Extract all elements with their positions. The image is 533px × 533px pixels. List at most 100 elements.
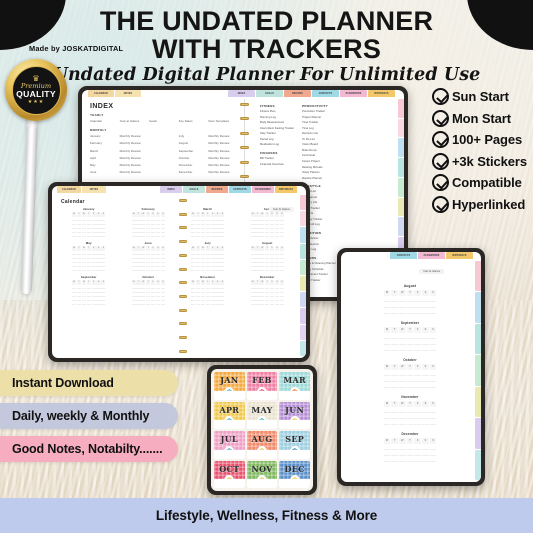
index-monthly-cell[interactable]: Monthly Review	[208, 162, 238, 169]
mini-month-day[interactable]	[131, 294, 136, 298]
index-yearly-item[interactable]: Key Dates	[179, 118, 209, 125]
mini-month-day[interactable]	[260, 226, 265, 230]
mini-month-day[interactable]	[136, 286, 141, 289]
index-side-tab-1[interactable]	[398, 118, 404, 138]
mini-month-day[interactable]	[279, 260, 284, 264]
mini-month-day[interactable]	[279, 252, 284, 255]
index-monthly-cell[interactable]: March	[90, 148, 120, 155]
year-day[interactable]	[414, 446, 421, 450]
year-side-tab-6[interactable]	[475, 449, 481, 480]
index-section-item[interactable]: Medication Log	[260, 142, 294, 148]
mini-month-day[interactable]	[265, 218, 270, 221]
sticker-aug[interactable]: AUG ✿	[246, 431, 278, 459]
mini-month-day[interactable]	[86, 290, 91, 293]
mini-month-day[interactable]	[270, 252, 275, 255]
mini-month-day[interactable]	[191, 230, 196, 234]
mini-month-day[interactable]	[279, 256, 284, 260]
mini-month-day[interactable]	[146, 290, 151, 293]
mini-month-day[interactable]	[141, 230, 146, 234]
mini-month-day[interactable]	[160, 264, 165, 268]
sticker-feb[interactable]: FEB ✿	[246, 372, 278, 400]
mini-month-day[interactable]	[274, 230, 280, 234]
mini-month-day[interactable]	[279, 234, 284, 238]
mini-month-day[interactable]	[96, 222, 101, 226]
year-day[interactable]	[399, 415, 406, 419]
mini-month-day[interactable]	[274, 290, 280, 293]
mini-month-day[interactable]	[141, 256, 146, 260]
mini-month-day[interactable]	[160, 302, 165, 306]
year-day[interactable]	[391, 384, 398, 388]
year-day[interactable]	[383, 298, 391, 302]
mini-month-day[interactable]	[215, 256, 220, 260]
year-day[interactable]	[429, 415, 437, 419]
mini-month-day[interactable]	[96, 226, 101, 230]
year-day[interactable]	[399, 335, 406, 339]
mini-month-day[interactable]	[205, 298, 210, 302]
mini-month-day[interactable]	[195, 264, 201, 268]
mini-month-day[interactable]	[151, 302, 156, 306]
year-day[interactable]	[429, 298, 437, 302]
mini-month-day[interactable]	[255, 230, 260, 234]
mini-month-day[interactable]	[191, 286, 196, 289]
mini-month-day[interactable]	[96, 234, 101, 238]
year-day[interactable]	[429, 421, 437, 425]
mini-month-day[interactable]	[96, 252, 101, 255]
mini-month-day[interactable]	[200, 218, 205, 221]
mini-month-day[interactable]	[91, 230, 96, 234]
mini-month-day[interactable]	[101, 222, 106, 226]
year-day[interactable]	[414, 304, 421, 308]
mini-month-day[interactable]	[101, 226, 106, 230]
mini-month-day[interactable]	[265, 298, 270, 302]
index-side-tab-6[interactable]	[398, 217, 404, 236]
index-side-tab-2[interactable]	[398, 138, 404, 158]
mini-month-day[interactable]	[215, 264, 220, 268]
mini-month-day[interactable]	[270, 256, 275, 260]
mini-month-day[interactable]	[81, 252, 86, 255]
mini-month-day[interactable]	[155, 226, 161, 230]
mini-month-day[interactable]	[274, 264, 280, 268]
mini-month-day[interactable]	[146, 234, 151, 238]
year-day[interactable]	[399, 298, 406, 302]
mini-month-day[interactable]	[146, 260, 151, 264]
mini-month-day[interactable]	[136, 252, 141, 255]
mini-month-day[interactable]	[265, 222, 270, 226]
mini-month-day[interactable]	[146, 298, 151, 302]
year-day[interactable]	[414, 341, 421, 345]
mini-month-day[interactable]	[155, 256, 161, 260]
mini-month-day[interactable]	[76, 286, 82, 289]
mini-month-day[interactable]	[146, 286, 151, 289]
mini-month-day[interactable]	[81, 226, 86, 230]
mini-month-day[interactable]	[151, 264, 156, 268]
mini-month-day[interactable]	[146, 256, 151, 260]
mini-month-day[interactable]	[205, 222, 210, 226]
mini-month-day[interactable]	[151, 290, 156, 293]
mini-month-day[interactable]	[131, 230, 136, 234]
calendar-side-tab-0[interactable]	[300, 195, 306, 211]
index-monthly-cell[interactable]: June	[90, 169, 120, 176]
mini-month-day[interactable]	[101, 290, 106, 293]
mini-month-day[interactable]	[270, 264, 275, 268]
mini-month-day[interactable]	[200, 294, 205, 298]
mini-month-day[interactable]	[191, 218, 196, 221]
index-yearly-item[interactable]: Year at Glance	[120, 118, 150, 125]
mini-month-day[interactable]	[76, 302, 82, 306]
year-day[interactable]	[422, 372, 429, 376]
tab-passwords[interactable]: PASSWORDS	[340, 90, 367, 97]
tab-birthdays[interactable]: BIRTHDAYS	[446, 252, 473, 259]
mini-month-day[interactable]	[81, 298, 86, 302]
year-day[interactable]	[406, 409, 414, 413]
mini-month-day[interactable]	[141, 294, 146, 298]
mini-month-day[interactable]	[155, 230, 161, 234]
index-monthly-cell[interactable]: February	[90, 140, 120, 147]
year-side-tab-3[interactable]	[475, 355, 481, 386]
year-day[interactable]	[406, 372, 414, 376]
index-monthly-cell[interactable]: November	[179, 162, 209, 169]
index-side-tab-4[interactable]	[398, 177, 404, 197]
year-day[interactable]	[383, 341, 391, 345]
index-monthly-cell[interactable]: July	[179, 133, 209, 140]
index-monthly-cell[interactable]: Monthly Review	[208, 133, 238, 140]
mini-month-day[interactable]	[220, 252, 225, 255]
mini-month-day[interactable]	[141, 252, 146, 255]
mini-month-day[interactable]	[101, 260, 106, 264]
mini-month-day[interactable]	[81, 290, 86, 293]
